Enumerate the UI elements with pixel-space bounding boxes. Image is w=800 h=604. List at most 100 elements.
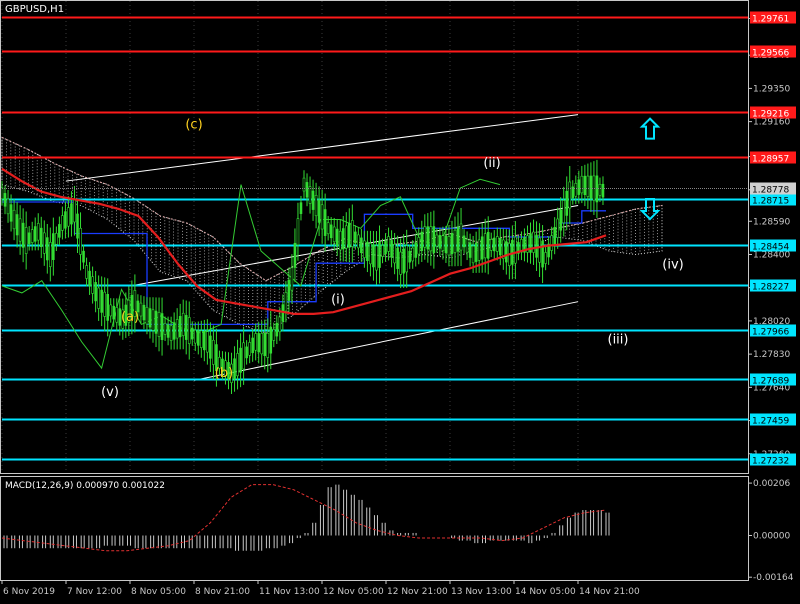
candle-body (290, 267, 294, 291)
candle-body (305, 182, 309, 198)
candle-body (0, 187, 4, 200)
candle-body (200, 330, 203, 348)
candle-body (94, 282, 97, 302)
candle-body (329, 224, 333, 239)
candle-body (477, 239, 481, 261)
candle-body (212, 339, 215, 365)
level-tag-label: 1.27232 (752, 457, 789, 467)
candle-body (166, 324, 170, 338)
candle-body (462, 235, 466, 248)
candle-body (589, 175, 593, 199)
price-tick-label: 1.27830 (753, 350, 790, 360)
level-tag-label: 1.29566 (752, 49, 789, 59)
candle-body (498, 237, 502, 256)
candle-body (420, 231, 424, 251)
candle-body (260, 333, 264, 355)
candle-body (233, 358, 236, 380)
current-price-tag-label: 1.28778 (752, 186, 789, 196)
level-tag-label: 1.29761 (752, 15, 789, 25)
candle-body (369, 243, 372, 265)
wave-label: (iv) (662, 257, 683, 272)
time-tick-label: 11 Nov 13:00 (259, 587, 320, 597)
candle-body (474, 242, 478, 262)
candle-body (375, 245, 378, 271)
candle-body (263, 333, 267, 356)
candle-body (36, 223, 40, 241)
symbol-label: GBPUSD,H1 (5, 4, 64, 15)
candle-body (486, 231, 490, 259)
level-tag-label: 1.28454 (752, 243, 789, 253)
candle-body (42, 232, 46, 254)
candle-body (372, 244, 375, 268)
candle-body (163, 322, 167, 335)
candle-body (538, 237, 541, 263)
candle-body (275, 322, 279, 337)
candle-body (257, 333, 261, 353)
candle-body (39, 227, 43, 248)
candle-body (541, 240, 544, 268)
candle-body (341, 228, 345, 250)
candle-body (453, 229, 457, 253)
candle-body (278, 316, 282, 333)
candle-body (366, 241, 369, 262)
candle-body (311, 190, 315, 210)
candle-body (568, 181, 572, 209)
candle-body (438, 235, 442, 249)
candle-body (317, 199, 321, 223)
candle-body (103, 291, 106, 317)
candle-body (284, 292, 288, 312)
chart-canvas: (c) (a) (b) (v) (i) (ii) (iii) (iv) GBPUSD,H1 1… (0, 0, 800, 600)
candle-body (405, 245, 408, 273)
candle-body (148, 308, 152, 328)
candle-body (402, 248, 405, 274)
candle-body (347, 222, 351, 248)
candle-body (308, 186, 312, 204)
candle-body (423, 226, 427, 248)
candle-body (157, 311, 161, 337)
time-tick-label: 8 Nov 05:00 (131, 587, 186, 597)
candle-body (444, 235, 448, 254)
wave-label: (ii) (483, 156, 500, 171)
candle-body (577, 179, 581, 195)
candle-body (287, 279, 291, 301)
candle-body (544, 252, 547, 264)
macd-tick-label: 0.00206 (753, 479, 790, 489)
candle-body (21, 222, 25, 248)
candle-body (381, 245, 384, 257)
candle-body (323, 209, 327, 236)
time-tick-label: 14 Nov 05:00 (515, 587, 576, 597)
candle-body (302, 177, 306, 192)
candle-body (583, 175, 587, 196)
candle-body (239, 347, 242, 373)
candle-body (465, 238, 469, 253)
candle-body (175, 319, 179, 339)
candle-body (429, 226, 433, 252)
level-tag-label: 1.27689 (752, 377, 789, 387)
candle-body (296, 218, 300, 246)
candle-body (115, 307, 119, 323)
candle-body (206, 331, 209, 353)
candle-body (245, 346, 248, 359)
candle-body (492, 237, 496, 252)
candle-body (441, 235, 445, 251)
candle-body (109, 304, 113, 317)
candle-body (574, 183, 578, 197)
candle-body (580, 175, 584, 194)
time-tick-label: 7 Nov 12:00 (67, 587, 122, 597)
candle-body (459, 223, 463, 251)
candle-body (154, 310, 158, 334)
candle-body (535, 234, 538, 258)
candle-body (559, 209, 563, 231)
candle-body (142, 304, 146, 321)
candle-body (15, 214, 19, 236)
candle-body (314, 195, 318, 217)
candle-body (172, 322, 176, 340)
candle-body (565, 190, 569, 216)
candle-body (100, 289, 103, 313)
candle-body (52, 233, 55, 260)
candle-body (505, 241, 508, 263)
candle-body (396, 247, 399, 269)
candle-body (242, 342, 245, 370)
candle-body (251, 337, 254, 354)
time-tick-label: 8 Nov 21:00 (195, 587, 250, 597)
